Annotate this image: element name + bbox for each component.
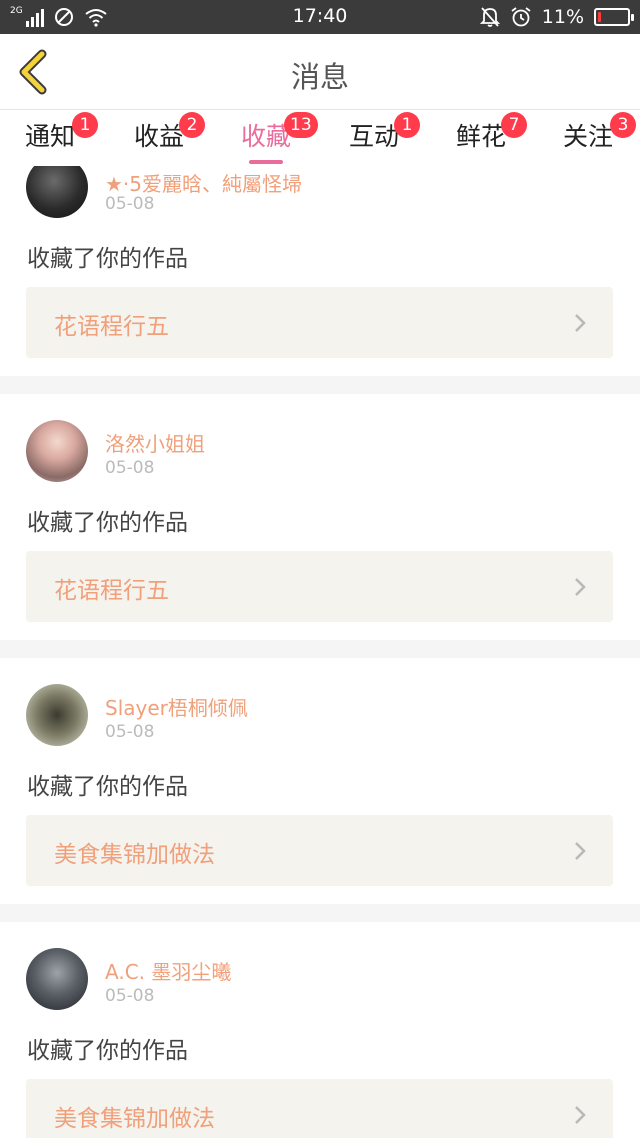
tab-badge: 1 bbox=[394, 112, 420, 138]
favorite-card: 洛然小姐姐 05-08 收藏了你的作品 花语程行五 bbox=[0, 394, 640, 640]
page-title: 消息 bbox=[290, 60, 349, 94]
tab-notifications[interactable]: 通知 1 bbox=[22, 112, 98, 162]
tab-earnings[interactable]: 收益 2 bbox=[131, 112, 205, 162]
app-header: 消息 bbox=[0, 34, 640, 110]
action-text: 收藏了你的作品 bbox=[27, 246, 188, 272]
date: 05-08 bbox=[105, 986, 155, 1006]
tab-label: 通知 bbox=[24, 122, 75, 151]
chevron-right-icon bbox=[575, 314, 586, 332]
favorites-feed[interactable]: ★·5爱麗晗、純屬怪埽 05-08 收藏了你的作品 花语程行五 洛然小姐姐 05… bbox=[0, 166, 640, 1138]
tab-badge: 7 bbox=[501, 112, 527, 138]
work-link[interactable]: 花语程行五 bbox=[26, 287, 613, 358]
tab-label: 关注 bbox=[562, 122, 613, 151]
chevron-right-icon bbox=[575, 1106, 586, 1124]
work-title: 美食集锦加做法 bbox=[54, 842, 215, 868]
tab-badge: 2 bbox=[179, 112, 205, 138]
tab-interactions[interactable]: 互动 1 bbox=[346, 112, 420, 162]
username-link[interactable]: Slayer梧桐倾佩 bbox=[105, 692, 248, 721]
username-link[interactable]: ★·5爱麗晗、純屬怪埽 bbox=[105, 168, 302, 197]
date: 05-08 bbox=[105, 194, 155, 214]
work-title: 花语程行五 bbox=[54, 314, 169, 340]
battery-icon bbox=[594, 8, 634, 26]
chevron-right-icon bbox=[575, 578, 586, 596]
bell-off-icon bbox=[479, 7, 500, 27]
tab-badge: 13 bbox=[284, 112, 318, 138]
active-tab-indicator bbox=[249, 160, 283, 164]
username-link[interactable]: 洛然小姐姐 bbox=[105, 428, 205, 457]
work-title: 美食集锦加做法 bbox=[54, 1106, 215, 1132]
favorite-card: Slayer梧桐倾佩 05-08 收藏了你的作品 美食集锦加做法 bbox=[0, 658, 640, 904]
action-text: 收藏了你的作品 bbox=[27, 774, 188, 800]
tab-badge: 1 bbox=[72, 112, 98, 138]
date: 05-08 bbox=[105, 458, 155, 478]
status-right: 11% bbox=[479, 5, 634, 29]
tab-flowers[interactable]: 鲜花 7 bbox=[453, 112, 527, 162]
avatar[interactable] bbox=[26, 166, 88, 218]
work-link[interactable]: 美食集锦加做法 bbox=[26, 1079, 613, 1138]
avatar[interactable] bbox=[26, 684, 88, 746]
favorite-card: A.C. 墨羽尘曦 05-08 收藏了你的作品 美食集锦加做法 bbox=[0, 922, 640, 1138]
avatar[interactable] bbox=[26, 948, 88, 1010]
alarm-icon bbox=[511, 7, 531, 27]
tab-badge: 3 bbox=[610, 112, 636, 138]
tab-favorites[interactable]: 收藏 13 bbox=[238, 112, 318, 164]
favorite-card: ★·5爱麗晗、純屬怪埽 05-08 收藏了你的作品 花语程行五 bbox=[0, 166, 640, 376]
work-title: 花语程行五 bbox=[54, 578, 169, 604]
username-link[interactable]: A.C. 墨羽尘曦 bbox=[105, 956, 231, 985]
date: 05-08 bbox=[105, 722, 155, 742]
work-link[interactable]: 美食集锦加做法 bbox=[26, 815, 613, 886]
tab-following[interactable]: 关注 3 bbox=[560, 112, 636, 162]
chevron-right-icon bbox=[575, 842, 586, 860]
battery-percent: 11% bbox=[541, 6, 584, 28]
action-text: 收藏了你的作品 bbox=[27, 510, 188, 536]
avatar[interactable] bbox=[26, 420, 88, 482]
status-bar: 2G 17:40 11% bbox=[0, 0, 640, 34]
action-text: 收藏了你的作品 bbox=[27, 1038, 188, 1064]
tab-bar: 通知 1 收益 2 收藏 13 互动 1 鲜花 7 关注 3 bbox=[0, 110, 640, 166]
work-link[interactable]: 花语程行五 bbox=[26, 551, 613, 622]
